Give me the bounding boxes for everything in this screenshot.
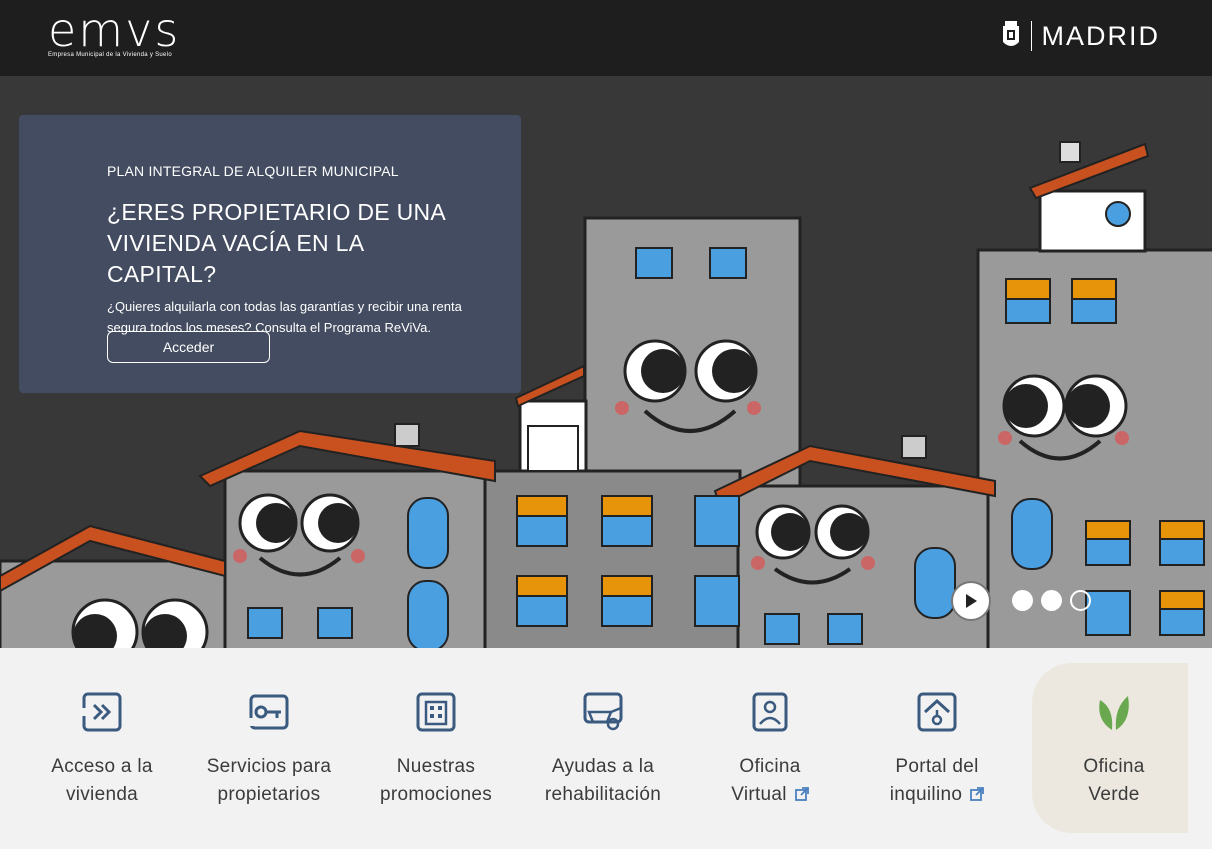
nav-label: Portal del inquilino [857,753,1017,809]
nav-nuestras-promociones[interactable]: Nuestras promociones [356,648,516,833]
site-header: emvs Empresa Municipal de la Vivienda y … [0,0,1212,76]
nav-ayudas-rehabilitacion[interactable]: Ayudas a la rehabilitación [523,648,683,833]
carousel-dot-3[interactable] [1070,590,1091,611]
nav-label: Nuestras promociones [379,756,493,805]
nav-servicios-propietarios[interactable]: Servicios para propietarios [189,648,349,833]
acceder-button[interactable]: Acceder [107,331,270,363]
logo-wordmark: emvs [48,3,181,57]
emvs-logo[interactable]: emvs Empresa Municipal de la Vivienda y … [48,3,181,58]
quick-access-nav: Acceso a la vivienda Servicios para propie… [0,648,1212,849]
carousel-dot-1[interactable] [1012,590,1033,611]
hero-carousel: PLAN INTEGRAL DE ALQUILER MUNICIPAL ¿ERE… [0,76,1212,648]
double-chevron-icon [80,692,122,732]
nav-label: Ayudas a la rehabilitación [544,756,662,805]
madrid-crest-icon [1002,21,1019,46]
nav-portal-inquilino[interactable]: Portal del inquilino [857,648,1017,833]
madrid-logo[interactable]: MADRID [999,20,1161,52]
carousel-dot-2[interactable] [1041,590,1062,611]
nav-label: Acceso a la vivienda [51,756,153,805]
wheelbarrow-icon [583,692,623,731]
promo-title-line1: ¿ERES PROPIETARIO DE UNA [107,199,447,225]
nav-oficina-virtual[interactable]: Oficina Virtual [690,648,850,833]
external-link-icon [794,787,809,801]
logo-subtitle: Empresa Municipal de la Vivienda y Suelo [48,52,172,58]
agent-screen-icon [752,692,788,732]
external-link-icon [970,787,985,801]
nav-label: Oficina Virtual [690,753,850,809]
carousel-play-button[interactable] [951,581,991,621]
building-icon [416,692,456,732]
key-hand-icon [247,694,289,730]
nav-oficina-verde[interactable]: Oficina Verde [1034,648,1194,833]
promo-title: ¿ERES PROPIETARIO DE UNA VIVIENDA VACÍA … [107,197,471,290]
promo-title-line2: VIVIENDA VACÍA EN LA CAPITAL? [107,230,364,287]
play-icon [966,594,977,608]
madrid-wordmark: MADRID [1041,20,1160,51]
nav-acceso-vivienda[interactable]: Acceso a la vivienda [22,648,182,833]
nav-label: Oficina Verde [1083,756,1145,805]
logo-separator [1030,21,1032,51]
promo-desc-line1: ¿Quieres alquilarla con todas las garant… [107,299,462,314]
nav-label: Servicios para propietarios [206,756,332,805]
promo-card: PLAN INTEGRAL DE ALQUILER MUNICIPAL ¿ERE… [19,115,521,393]
house-key-icon [917,692,957,732]
promo-kicker: PLAN INTEGRAL DE ALQUILER MUNICIPAL [107,163,399,179]
leaf-icon [1099,696,1129,730]
